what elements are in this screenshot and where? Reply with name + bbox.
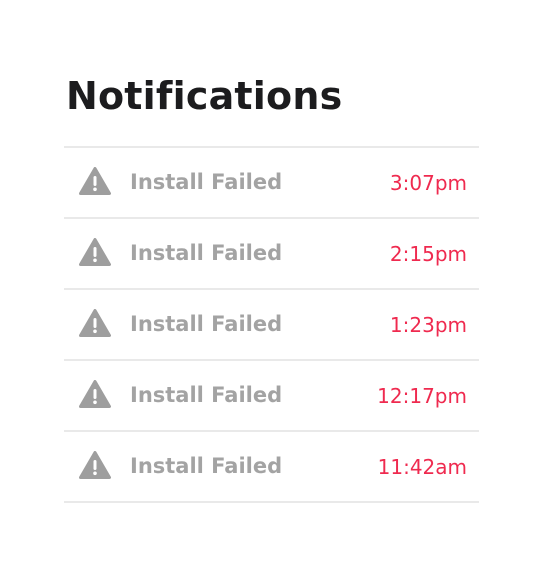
notification-item[interactable]: Install Failed 3:07pm [64,148,479,219]
notification-message: Install Failed [130,170,283,194]
warning-icon [79,167,111,195]
notification-message: Install Failed [130,454,283,478]
notification-time: 11:42am [377,455,467,479]
notification-time: 1:23pm [389,313,467,337]
notification-message: Install Failed [130,383,283,407]
warning-icon [79,309,111,337]
warning-icon [79,380,111,408]
page-title: Notifications [66,74,343,118]
notification-message: Install Failed [130,241,283,265]
warning-icon [79,451,111,479]
notification-item[interactable]: Install Failed 11:42am [64,432,479,503]
notification-list: Install Failed 3:07pm Install Failed 2:1… [64,146,479,503]
notification-time: 12:17pm [377,384,467,408]
notification-item[interactable]: Install Failed 12:17pm [64,361,479,432]
notification-item[interactable]: Install Failed 2:15pm [64,219,479,290]
notification-time: 3:07pm [389,171,467,195]
warning-icon [79,238,111,266]
notification-item[interactable]: Install Failed 1:23pm [64,290,479,361]
notification-time: 2:15pm [389,242,467,266]
notification-message: Install Failed [130,312,283,336]
